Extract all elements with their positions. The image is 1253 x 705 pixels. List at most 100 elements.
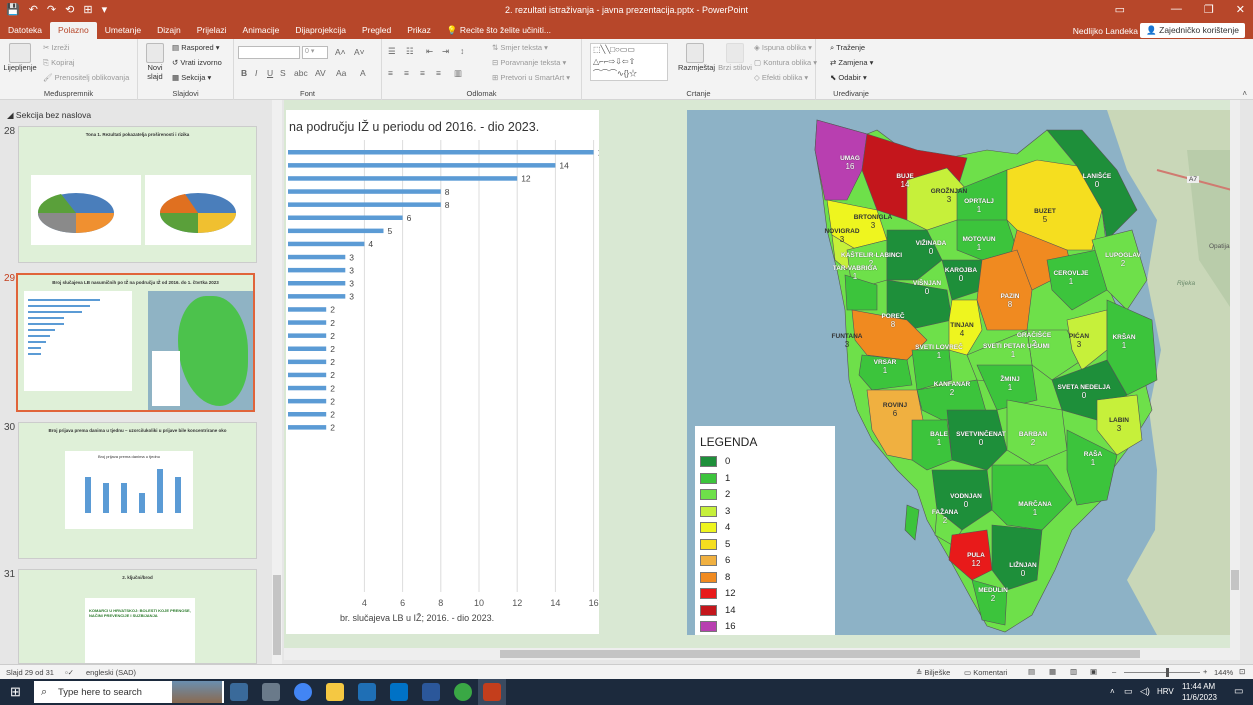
align-center-icon[interactable]: ≡ bbox=[404, 68, 409, 78]
format-painter-button[interactable]: 🖌 Prenositelj oblikovanja bbox=[43, 73, 129, 82]
windows-start-icon[interactable]: ⊞ bbox=[10, 684, 21, 700]
chrome-icon[interactable] bbox=[294, 683, 312, 701]
bar-chart[interactable]: na području IŽ u periodu od 2016. - dio … bbox=[286, 110, 599, 634]
increase-indent-icon[interactable]: ⇥ bbox=[442, 46, 449, 57]
network-icon[interactable]: ▭ bbox=[1124, 686, 1133, 697]
shape-fill-button[interactable]: ◈ Ispuna oblika ▾ bbox=[754, 43, 812, 52]
spacing-icon[interactable]: AV bbox=[315, 68, 326, 78]
shrink-font-icon[interactable]: A˅ bbox=[354, 47, 365, 57]
justify-icon[interactable]: ≡ bbox=[436, 68, 441, 78]
shape-outline-button[interactable]: ▢ Kontura oblika ▾ bbox=[754, 58, 817, 67]
shape-effects-button[interactable]: ◇ Efekti oblika ▾ bbox=[754, 73, 808, 82]
fit-to-window-icon[interactable]: ⊡ bbox=[1239, 667, 1245, 676]
arrange-button[interactable]: Razmještaj bbox=[678, 43, 715, 72]
input-language[interactable]: HRV bbox=[1157, 687, 1174, 696]
ribbon-tab[interactable]: Animacije bbox=[235, 22, 288, 39]
ribbon-tab[interactable]: Dizajn bbox=[149, 22, 189, 39]
normal-view-icon[interactable]: ▤ bbox=[1028, 667, 1035, 676]
underline-icon[interactable]: U bbox=[267, 68, 273, 78]
thumbnails-scrollbar[interactable] bbox=[272, 100, 282, 664]
slide-sorter-icon[interactable]: ▦ bbox=[1049, 667, 1056, 676]
notepad-icon[interactable] bbox=[262, 683, 280, 701]
new-slide-button[interactable]: Novi slajd bbox=[142, 43, 168, 81]
shapes-gallery[interactable]: ⬚╲╲□○▭▭ △⌐⌐⇨⇩⇦⇧ ⌒⌒⌒∿{}☆ bbox=[590, 43, 668, 81]
slide-editor[interactable]: na području IŽ u periodu od 2016. - dio … bbox=[284, 100, 1240, 648]
scroll-thumb[interactable] bbox=[1231, 570, 1239, 590]
minimize-button[interactable]: — bbox=[1171, 3, 1182, 16]
paste-button[interactable]: Lijepljenje bbox=[3, 43, 37, 72]
zoom-level[interactable]: 144% bbox=[1214, 668, 1233, 677]
zoom-slider-thumb[interactable] bbox=[1166, 668, 1169, 677]
strikethrough-icon[interactable]: abc bbox=[294, 68, 308, 78]
ribbon-tab[interactable]: Umetanje bbox=[97, 22, 149, 39]
qgis-icon[interactable] bbox=[454, 683, 472, 701]
file-explorer-icon[interactable] bbox=[326, 683, 344, 701]
ribbon-tab[interactable]: Dijaprojekcija bbox=[287, 22, 354, 39]
outlook-icon[interactable] bbox=[390, 683, 408, 701]
italic-icon[interactable]: I bbox=[255, 68, 257, 78]
select-button[interactable]: ⬉ Odabir ▾ bbox=[830, 73, 867, 82]
clock-date[interactable]: 11/6/2023 bbox=[1182, 693, 1217, 702]
font-name-input[interactable] bbox=[238, 46, 300, 59]
zoom-in-icon[interactable]: + bbox=[1203, 667, 1207, 676]
scroll-thumb[interactable] bbox=[500, 650, 1140, 658]
zoom-out-icon[interactable]: – bbox=[1112, 667, 1116, 676]
align-right-icon[interactable]: ≡ bbox=[420, 68, 425, 78]
slide-thumbnail-28[interactable]: Tona 1. Rezultati pokazatelja proširenos… bbox=[18, 126, 257, 263]
slide-thumbnail-30[interactable]: Broj prijava prema danima u tjednu – uzo… bbox=[18, 422, 257, 559]
collapse-ribbon-icon[interactable]: ˄ bbox=[1242, 89, 1247, 98]
text-direction-button[interactable]: ⇅ Smjer teksta ▾ bbox=[492, 43, 548, 52]
font-color-icon[interactable]: A bbox=[360, 68, 366, 78]
decrease-indent-icon[interactable]: ⇤ bbox=[426, 46, 433, 57]
powerpoint-taskbar-active[interactable] bbox=[478, 679, 506, 705]
section-button[interactable]: ▦ Sekcija ▾ bbox=[172, 73, 211, 82]
align-left-icon[interactable]: ≡ bbox=[388, 68, 393, 78]
align-text-button[interactable]: ⊟ Poravnanje teksta ▾ bbox=[492, 58, 566, 67]
replace-button[interactable]: ⇄ Zamjena ▾ bbox=[830, 58, 873, 67]
font-size-input[interactable]: 0 ▾ bbox=[302, 46, 328, 59]
find-button[interactable]: ⌕ Traženje bbox=[830, 43, 865, 53]
word-icon[interactable] bbox=[422, 683, 440, 701]
ribbon-tab[interactable]: Polazno bbox=[50, 22, 97, 39]
comments-button[interactable]: ▭ Komentari bbox=[964, 668, 1007, 677]
section-header[interactable]: ◢ Sekcija bez naslova bbox=[7, 110, 91, 121]
slide-thumbnail-29[interactable]: Broj slučajeva LB nasumičnih po IŽ na po… bbox=[16, 273, 255, 412]
copy-button[interactable]: ⎘ Kopiraj bbox=[43, 58, 74, 68]
numbering-icon[interactable]: ☷ bbox=[406, 46, 414, 57]
scroll-thumb[interactable] bbox=[273, 575, 281, 655]
grow-font-icon[interactable]: A˄ bbox=[335, 47, 346, 57]
language-indicator[interactable]: engleski (SAD) bbox=[86, 668, 136, 677]
notifications-icon[interactable]: ▭ bbox=[1234, 686, 1243, 697]
editor-hscrollbar[interactable] bbox=[284, 648, 1240, 660]
clock-time[interactable]: 11:44 AM bbox=[1182, 682, 1215, 691]
ribbon-display-icon[interactable]: ▭ bbox=[1115, 3, 1125, 16]
reading-view-icon[interactable]: ▥ bbox=[1070, 667, 1077, 676]
shadow-icon[interactable]: S bbox=[280, 68, 286, 78]
teamviewer-icon[interactable] bbox=[358, 683, 376, 701]
quick-styles-button[interactable]: Brzi stilovi bbox=[718, 43, 752, 72]
editor-vscrollbar[interactable] bbox=[1230, 100, 1240, 648]
notes-button[interactable]: ≙ Bilješke bbox=[916, 668, 950, 677]
share-button[interactable]: 👤 Zajedničko korištenje bbox=[1140, 23, 1245, 38]
user-name[interactable]: Nedlijko Landeka bbox=[1073, 26, 1138, 36]
restore-button[interactable]: ❐ bbox=[1204, 3, 1214, 16]
line-spacing-icon[interactable]: ↕ bbox=[460, 46, 464, 56]
slide-thumbnail-31[interactable]: 2. ključni/brod KOMARCI U HRVATSKOJ: BOL… bbox=[18, 569, 257, 664]
tray-arrow-icon[interactable]: ˄ bbox=[1110, 687, 1115, 696]
close-button[interactable]: ✕ bbox=[1236, 3, 1245, 16]
bullets-icon[interactable]: ☰ bbox=[388, 46, 396, 57]
ribbon-tab[interactable]: Pregled bbox=[354, 22, 399, 39]
reset-button[interactable]: ↺ Vrati izvorno bbox=[172, 58, 222, 67]
volume-icon[interactable]: ◁) bbox=[1140, 686, 1150, 697]
case-icon[interactable]: Aa bbox=[336, 68, 346, 78]
layout-button[interactable]: ▤ Raspored ▾ bbox=[172, 43, 220, 52]
zoom-slider[interactable] bbox=[1124, 672, 1200, 673]
smartart-button[interactable]: ⊞ Pretvori u SmartArt ▾ bbox=[492, 73, 570, 82]
istria-map[interactable]: A7 Opatija Rijeka UMAG 16 BUJE 14 GROŽNJAN 3 O… bbox=[687, 110, 1232, 635]
ribbon-tab[interactable]: Prikaz bbox=[399, 22, 439, 39]
slideshow-view-icon[interactable]: ▣ bbox=[1090, 667, 1097, 676]
columns-icon[interactable]: ▥ bbox=[454, 68, 462, 79]
ribbon-tab[interactable]: Prijelazi bbox=[189, 22, 235, 39]
bold-icon[interactable]: B bbox=[241, 68, 247, 78]
calculator-icon[interactable] bbox=[230, 683, 248, 701]
